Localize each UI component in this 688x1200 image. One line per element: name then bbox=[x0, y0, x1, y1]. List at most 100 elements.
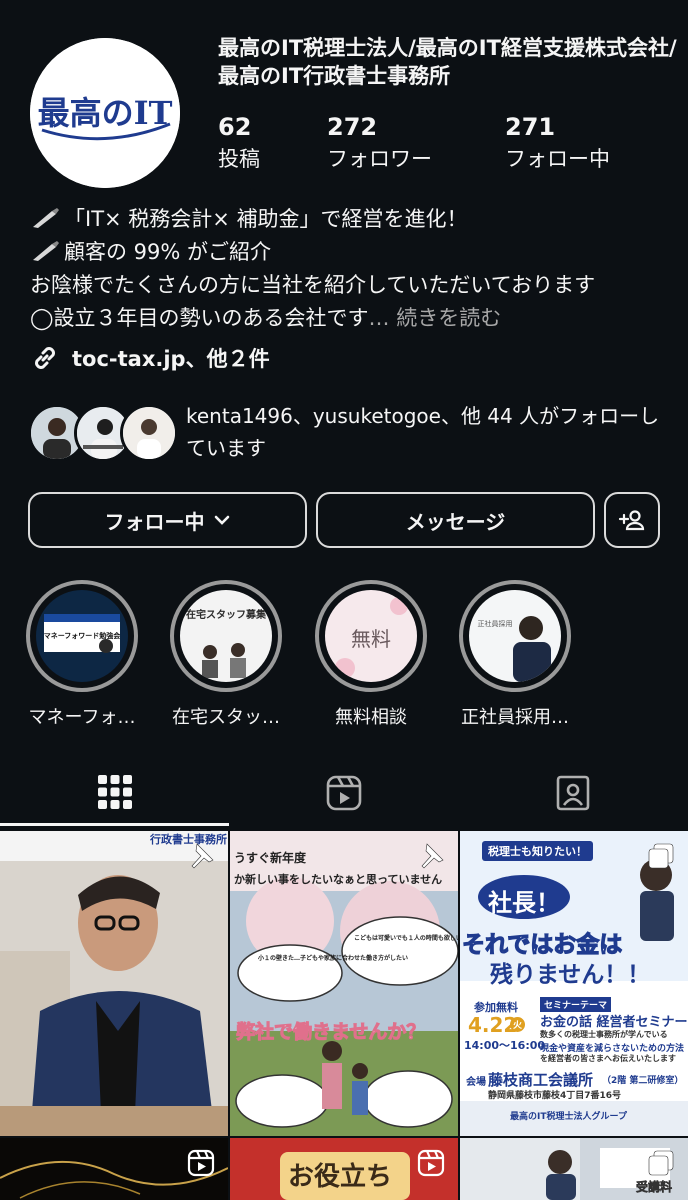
highlight-cover-text: 正社員採用 bbox=[478, 619, 513, 628]
message-button-label: メッセージ bbox=[405, 511, 506, 534]
stat-following[interactable]: 271 フォロー中 bbox=[505, 112, 610, 174]
post-caption-top: うすぐ新年度 bbox=[234, 851, 307, 865]
post-desc-1: 数多くの税理士事務所が学んでいる bbox=[540, 1030, 668, 1039]
link-icon bbox=[35, 347, 55, 369]
bio-line-1-text: 「IT× 税務会計× 補助金」で経営を進化！ bbox=[64, 207, 468, 231]
highlight-ring: 正社員採用 bbox=[459, 580, 571, 692]
highlight-cover-image: 正社員採用 bbox=[469, 590, 561, 682]
read-more-link[interactable]: … 続きを読む bbox=[369, 306, 502, 330]
highlight-cover-text: 無料 bbox=[351, 627, 391, 651]
post-address: 静岡県藤枝市藤枝4丁目7番16号 bbox=[488, 1091, 622, 1101]
profile-header: 最高のIT 最高のIT税理士法人/最高のIT経営支援株式会社/最高のIT行政書士… bbox=[0, 0, 688, 200]
fountain-pen-icon bbox=[33, 241, 59, 261]
post-organizer: 最高のIT税理士法人グループ bbox=[510, 1112, 627, 1122]
carousel-icon bbox=[648, 1150, 674, 1176]
stat-following-label: フォロー中 bbox=[505, 147, 610, 171]
stat-followers[interactable]: 272 フォロワー bbox=[327, 112, 432, 174]
post-headline: 弊社で働きませんか？ bbox=[235, 1021, 426, 1044]
highlight-cover-text: 在宅スタッフ募集 bbox=[186, 608, 267, 621]
following-button[interactable]: フォロー中 bbox=[28, 492, 307, 548]
highlight-cover-image: 無料 bbox=[325, 590, 417, 682]
tagged-person-icon bbox=[556, 775, 589, 811]
bio-line-2-text: 顧客の 99% がご紹介 bbox=[64, 240, 272, 264]
highlight-label: 正社員採用… bbox=[461, 707, 569, 728]
carousel-icon bbox=[648, 843, 674, 869]
suggested-people-button[interactable] bbox=[604, 492, 660, 548]
grid-icon bbox=[97, 774, 132, 809]
highlight-money-forward[interactable]: マネーフォワード勉強会 マネーフォ… bbox=[22, 580, 142, 729]
post-bubble-2: こどもは可愛いでも１人の時間も欲しい（毎日お昼作りたくない） bbox=[354, 935, 458, 942]
post-h3: 残りません！！ bbox=[490, 962, 651, 988]
highlight-label: 無料相談 bbox=[335, 707, 407, 728]
profile-bio: 「IT× 税務会計× 補助金」で経営を進化！ 顧客の 99% がご紹介 お陰様で… bbox=[30, 203, 670, 335]
posts-grid: 行政書士事務所 うすぐ新年度 か新しい事をしたいなぁと思っていません 小１の壁き… bbox=[0, 831, 688, 1200]
post-tile[interactable]: 行政書士事務所 bbox=[0, 831, 228, 1136]
tab-posts-grid[interactable] bbox=[0, 760, 229, 826]
post-caption-sub: か新しい事をしたいなぁと思っていません bbox=[234, 873, 443, 886]
highlight-ring: 無料 bbox=[315, 580, 427, 692]
message-button[interactable]: メッセージ bbox=[316, 492, 595, 548]
post-venue-room: （2階 第二研修室） bbox=[602, 1076, 684, 1086]
avatar-logo-text: 最高のIT bbox=[38, 94, 173, 132]
bio-line-4-text: ◯設立３年目の勢いのある会社です bbox=[30, 306, 369, 330]
profile-tabs bbox=[0, 760, 688, 828]
add-person-icon bbox=[618, 510, 645, 531]
fountain-pen-icon bbox=[33, 208, 59, 228]
website-link[interactable]: toc-tax.jp、他２件 bbox=[30, 341, 270, 375]
stat-posts[interactable]: 62 投稿 bbox=[218, 112, 260, 174]
post-venue: 藤枝商工会議所 bbox=[488, 1071, 594, 1089]
website-link-text: toc-tax.jp、他２件 bbox=[72, 347, 270, 371]
chevron-down-icon bbox=[214, 515, 229, 525]
stat-posts-value: 62 bbox=[218, 113, 252, 141]
highlight-full-time-hiring[interactable]: 正社員採用 正社員採用… bbox=[455, 580, 575, 729]
reels-icon bbox=[326, 775, 361, 811]
post-tile[interactable]: うすぐ新年度 か新しい事をしたいなぁと思っていません 小１の壁きた…子どもや家族… bbox=[230, 831, 458, 1136]
highlight-label: マネーフォ… bbox=[28, 707, 136, 728]
post-tile[interactable]: 税理士も知りたい！ 社長！ それではお金は 残りません！！ 参加無料 セミナーテ… bbox=[460, 831, 688, 1136]
post-day-of-week: 火 bbox=[510, 1017, 526, 1032]
post-time: 14:00〜16:00 bbox=[464, 1039, 546, 1052]
highlight-ring: 在宅スタッフ募集 bbox=[170, 580, 282, 692]
reel-icon bbox=[187, 1149, 215, 1177]
highlight-cover-image: 在宅スタッフ募集 bbox=[180, 590, 272, 682]
highlight-cover-image: マネーフォワード勉強会 bbox=[36, 590, 128, 682]
post-venue-label: 会場 bbox=[466, 1077, 486, 1088]
bio-line-3: お陰様でたくさんの方に当社を紹介していただいております bbox=[30, 273, 596, 297]
profile-avatar[interactable]: 最高のIT bbox=[30, 38, 180, 188]
post-h2: それではお金は bbox=[461, 931, 623, 958]
post-bubble-1: 小１の壁きた…子どもや家族に合わせた働き方がしたい bbox=[258, 955, 409, 962]
highlight-cover-text: マネーフォワード勉強会 bbox=[44, 631, 122, 640]
post-caption: お役立ち bbox=[288, 1162, 393, 1192]
pinned-icon bbox=[191, 843, 214, 869]
stat-posts-label: 投稿 bbox=[218, 147, 260, 171]
post-theme-tag: セミナーテーマ bbox=[540, 997, 612, 1012]
highlight-label: 在宅スタッ… bbox=[172, 707, 280, 728]
post-tile[interactable]: お役立ち bbox=[230, 1138, 458, 1200]
pinned-icon bbox=[421, 843, 444, 869]
bio-line-4: ◯設立３年目の勢いのある会社です… 続きを読む bbox=[30, 302, 670, 335]
post-image bbox=[0, 831, 228, 1136]
post-tile[interactable] bbox=[0, 1138, 228, 1200]
bio-line-1: 「IT× 税務会計× 補助金」で経営を進化！ bbox=[30, 203, 670, 236]
highlight-remote-staff[interactable]: 在宅スタッフ募集 在宅スタッ… bbox=[166, 580, 286, 729]
follower-avatar bbox=[120, 404, 178, 462]
bio-line-2: 顧客の 99% がご紹介 bbox=[30, 236, 670, 269]
profile-name: 最高のIT税理士法人/最高のIT経営支援株式会社/最高のIT行政書士事務所 bbox=[218, 36, 677, 88]
brand-logo-image: 最高のIT bbox=[30, 38, 180, 188]
post-ribbon: 税理士も知りたい！ bbox=[482, 841, 593, 861]
post-tile[interactable]: 受講料 bbox=[460, 1138, 688, 1200]
followed-by[interactable]: kenta1496、yusuketogoe、他 44 人がフォローしています bbox=[28, 400, 678, 470]
following-button-label: フォロー中 bbox=[104, 511, 205, 534]
reel-icon bbox=[417, 1149, 445, 1177]
post-caption: 受講料 bbox=[636, 1180, 673, 1195]
tab-reels[interactable] bbox=[229, 760, 458, 826]
highlight-ring: マネーフォワード勉強会 bbox=[26, 580, 138, 692]
highlight-free-consultation[interactable]: 無料 無料相談 bbox=[311, 580, 431, 729]
stat-followers-value: 272 bbox=[327, 113, 378, 141]
post-desc-3: を経営者の皆さまへお伝えいたします bbox=[540, 1054, 676, 1063]
stat-following-value: 271 bbox=[505, 113, 556, 141]
tab-tagged[interactable] bbox=[458, 760, 687, 826]
followed-by-text: kenta1496、yusuketogoe、他 44 人がフォローしています bbox=[186, 404, 660, 460]
post-h1: 社長！ bbox=[488, 889, 560, 917]
stat-followers-label: フォロワー bbox=[327, 147, 432, 171]
